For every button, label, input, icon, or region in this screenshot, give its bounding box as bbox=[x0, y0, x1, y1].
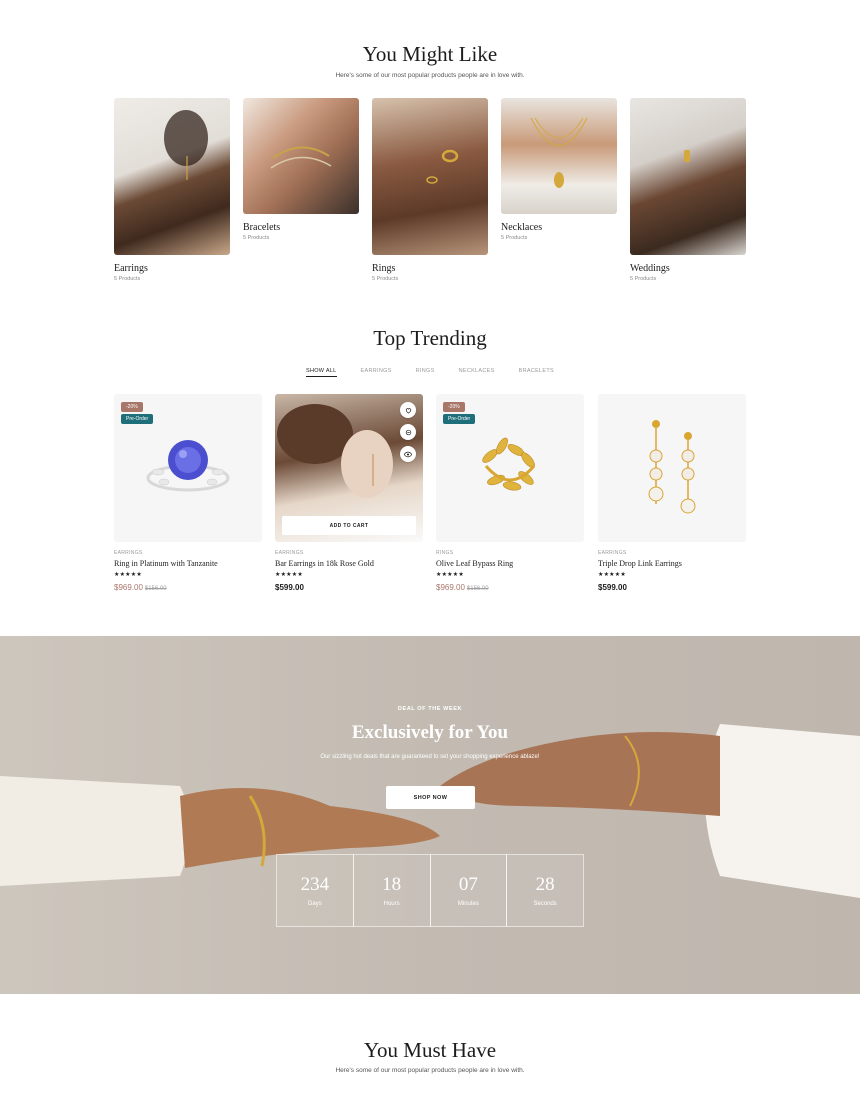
product-image[interactable]: -20% Pre-Order bbox=[436, 394, 584, 542]
countdown-minutes: 07 Minutes bbox=[429, 854, 508, 927]
countdown-label: Minutes bbox=[457, 901, 479, 907]
countdown-value: 234 bbox=[300, 874, 330, 895]
preorder-badge: Pre-Order bbox=[443, 414, 476, 424]
tab-rings[interactable]: RINGS bbox=[416, 368, 435, 377]
quick-view-eye-icon[interactable] bbox=[400, 446, 416, 462]
old-price: $156.00 bbox=[144, 586, 167, 592]
product-price: $599.00 bbox=[275, 583, 304, 592]
earring-drop-illustration bbox=[164, 110, 208, 180]
product-category: RINGS bbox=[436, 550, 454, 556]
countdown-hours: 18 Hours bbox=[352, 854, 431, 927]
might-like-title: You Might Like bbox=[362, 42, 498, 66]
product-price: $969.00 $156.00 bbox=[114, 583, 262, 592]
product-category: EARRINGS bbox=[598, 550, 627, 556]
countdown-days: 234 Days bbox=[276, 854, 354, 927]
hands-illustration bbox=[0, 724, 860, 898]
wishlist-heart-icon[interactable] bbox=[400, 402, 416, 418]
trending-tabs: SHOW ALL EARRINGS RINGS NECKLACES BRACEL… bbox=[0, 368, 860, 377]
category-card-bracelets[interactable]: Bracelets 5 Products bbox=[243, 98, 359, 241]
wedding-ring-illustration bbox=[684, 150, 690, 162]
category-name[interactable]: Weddings bbox=[630, 263, 746, 274]
product-image[interactable]: ADD TO CART bbox=[275, 394, 423, 542]
star-rating: ★★★★★ bbox=[436, 572, 464, 578]
product-card[interactable]: -20% Pre-Order EARRINGS Ring in Platinum… bbox=[114, 394, 262, 592]
product-name[interactable]: Triple Drop Link Earrings bbox=[598, 559, 746, 568]
tab-earrings[interactable]: EARRINGS bbox=[361, 368, 392, 377]
deal-tag: DEAL OF THE WEEK bbox=[397, 706, 463, 712]
category-card-necklaces[interactable]: Necklaces 5 Products bbox=[501, 98, 617, 241]
compare-icon[interactable] bbox=[400, 424, 416, 440]
category-name[interactable]: Bracelets bbox=[243, 222, 359, 233]
product-name[interactable]: Olive Leaf Bypass Ring bbox=[436, 559, 584, 568]
countdown-value: 07 bbox=[458, 874, 478, 895]
product-image[interactable]: -20% Pre-Order bbox=[114, 394, 262, 542]
current-price: $969.00 bbox=[114, 583, 143, 592]
tab-bracelets[interactable]: BRACELETS bbox=[519, 368, 554, 377]
star-rating: ★★★★★ bbox=[114, 572, 142, 578]
category-name[interactable]: Rings bbox=[372, 263, 488, 274]
category-count: 5 Products bbox=[114, 276, 141, 282]
product-category: EARRINGS bbox=[275, 550, 304, 556]
trending-title: Top Trending bbox=[373, 326, 487, 350]
must-have-title: You Must Have bbox=[363, 1038, 497, 1062]
sale-badge: -20% bbox=[121, 402, 143, 412]
category-name[interactable]: Earrings bbox=[114, 263, 230, 274]
tab-show-all[interactable]: SHOW ALL bbox=[305, 368, 337, 377]
countdown-label: Days bbox=[308, 901, 322, 907]
product-price: $599.00 bbox=[598, 583, 627, 592]
star-rating: ★★★★★ bbox=[275, 572, 303, 578]
old-price: $156.00 bbox=[466, 586, 489, 592]
ring-illustration bbox=[426, 149, 459, 184]
countdown-label: Hours bbox=[383, 901, 400, 907]
product-card[interactable]: -20% Pre-Order RINGS Olive Leaf Bypass R… bbox=[436, 394, 584, 592]
countdown-label: Seconds bbox=[533, 901, 557, 907]
product-category: EARRINGS bbox=[114, 550, 143, 556]
might-like-subtitle: Here's some of our most popular products… bbox=[335, 72, 525, 79]
product-image[interactable] bbox=[598, 394, 746, 542]
product-name[interactable]: Ring in Platinum with Tanzanite bbox=[114, 559, 262, 568]
category-count: 5 Products bbox=[243, 235, 270, 241]
countdown-seconds: 28 Seconds bbox=[506, 854, 584, 927]
shop-now-button[interactable]: SHOP NOW bbox=[386, 786, 475, 809]
rings-category-image[interactable] bbox=[372, 98, 488, 255]
product-name[interactable]: Bar Earrings in 18k Rose Gold bbox=[275, 559, 423, 568]
deal-title: Exclusively for You bbox=[351, 722, 509, 743]
pearl-drop-earrings-illustration bbox=[648, 420, 696, 514]
current-price: $969.00 bbox=[436, 583, 465, 592]
countdown-timer: 234 Days 18 Hours 07 Minutes 28 Seconds bbox=[276, 854, 584, 927]
deal-of-the-week-banner: DEAL OF THE WEEK Exclusively for You Our… bbox=[0, 636, 860, 994]
necklace-illustration bbox=[530, 117, 588, 188]
add-to-cart-button[interactable]: ADD TO CART bbox=[282, 516, 416, 535]
bracelets-category-image[interactable] bbox=[243, 98, 359, 214]
countdown-value: 18 bbox=[382, 874, 402, 895]
countdown-value: 28 bbox=[535, 874, 555, 895]
bracelet-illustration bbox=[270, 146, 332, 169]
category-count: 5 Products bbox=[630, 276, 657, 282]
product-card[interactable]: EARRINGS Triple Drop Link Earrings ★★★★★… bbox=[598, 394, 746, 592]
category-card-earrings[interactable]: Earrings 5 Products bbox=[114, 98, 230, 282]
category-name[interactable]: Necklaces bbox=[501, 222, 617, 233]
category-count: 5 Products bbox=[501, 235, 528, 241]
necklaces-category-image[interactable] bbox=[501, 98, 617, 214]
category-card-rings[interactable]: Rings 5 Products bbox=[372, 98, 488, 282]
deal-subtitle: Our sizzling hot deals that are guarante… bbox=[320, 754, 540, 760]
must-have-subtitle: Here's some of our most popular products… bbox=[335, 1067, 525, 1074]
product-card[interactable]: ADD TO CART EARRINGS Bar Earrings in 18k… bbox=[275, 394, 423, 592]
category-count: 5 Products bbox=[372, 276, 399, 282]
sale-badge: -20% bbox=[443, 402, 465, 412]
category-card-weddings[interactable]: Weddings 5 Products bbox=[630, 98, 746, 282]
star-rating: ★★★★★ bbox=[598, 572, 626, 578]
preorder-badge: Pre-Order bbox=[121, 414, 154, 424]
product-price: $969.00 $156.00 bbox=[436, 583, 584, 592]
tab-necklaces[interactable]: NECKLACES bbox=[459, 368, 495, 377]
weddings-category-image[interactable] bbox=[630, 98, 746, 255]
earrings-category-image[interactable] bbox=[114, 98, 230, 255]
